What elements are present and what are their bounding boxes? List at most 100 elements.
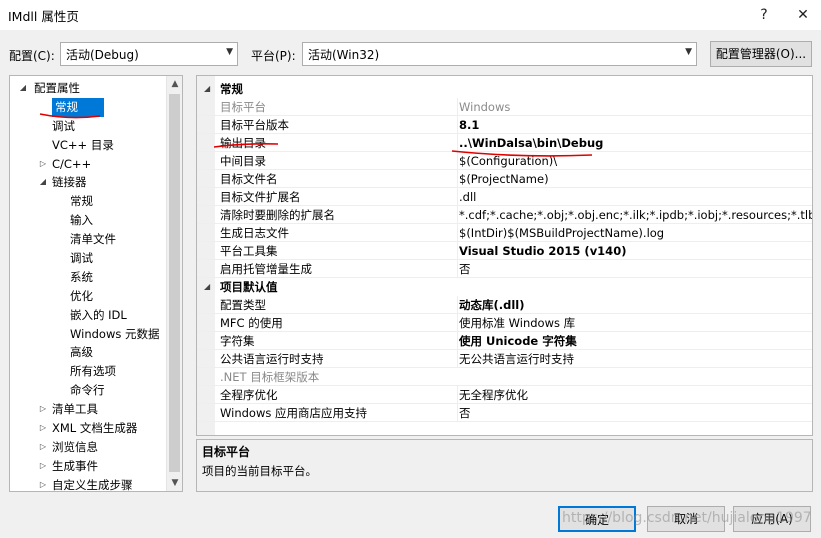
tree-item[interactable]: 清单文件 [10,230,168,249]
tree-item-label: VC++ 目录 [52,137,114,152]
tree-item[interactable]: 优化 [10,287,168,306]
property-name: 目标文件名 [220,172,278,186]
collapsed-chevron-icon[interactable]: ▷ [38,457,48,476]
property-name: 输出目录 [220,136,266,150]
property-value[interactable]: 无全程序优化 [457,386,812,404]
grid-row[interactable]: 目标文件名 $(ProjectName) [197,170,812,188]
property-name: MFC 的使用 [220,316,283,330]
tree-item[interactable]: ◢ 配置属性 [10,79,168,98]
property-value[interactable]: Visual Studio 2015 (v140) [457,242,812,260]
tree-item[interactable]: 调试 [10,249,168,268]
tree-item[interactable]: 输入 [10,211,168,230]
grid-row[interactable]: 目标文件扩展名 .dll [197,188,812,206]
tree-item[interactable]: 高级 [10,343,168,362]
grid-row[interactable]: 清除时要删除的扩展名 *.cdf;*.cache;*.obj;*.obj.enc;… [197,206,812,224]
collapsed-chevron-icon[interactable]: ▷ [38,476,48,491]
grid-row[interactable]: Windows 应用商店应用支持 否 [197,404,812,422]
property-value[interactable]: 否 [457,404,812,422]
tree-item[interactable]: ▷ 生成事件 [10,457,168,476]
expanded-chevron-icon[interactable]: ◢ [204,80,210,98]
tree-item[interactable]: ▷ C/C++ [10,155,168,174]
property-value[interactable]: $(Configuration)\ [457,152,812,170]
grid-row[interactable]: 字符集 使用 Unicode 字符集 [197,332,812,350]
grid-row[interactable]: 输出目录 ..\WinDalsa\bin\Debug [197,134,812,152]
property-value[interactable]: 否 [457,260,812,278]
config-label: 配置(C): [9,49,55,63]
property-name: 目标平台 [220,100,266,114]
tree-item[interactable]: ▷ 浏览信息 [10,438,168,457]
tree-item-label: Windows 元数据 [70,326,160,341]
tree-item-label: 生成事件 [52,458,98,473]
scroll-down-icon[interactable]: ▼ [167,475,182,491]
chevron-down-icon: ▼ [226,47,233,57]
grid-row[interactable]: .NET 目标框架版本 [197,368,812,386]
tree-item-label: 浏览信息 [52,439,98,454]
tree-item[interactable]: VC++ 目录 [10,136,168,155]
tree-item-label: 优化 [70,288,93,303]
tree-item[interactable]: ◢ 链接器 [10,173,168,192]
tree-item[interactable]: Windows 元数据 [10,325,168,344]
tree-item-label: 高级 [70,345,93,360]
grid-row[interactable]: 启用托管增量生成 否 [197,260,812,278]
expanded-chevron-icon[interactable]: ◢ [204,278,210,296]
collapsed-chevron-icon[interactable]: ▷ [38,400,48,419]
property-value[interactable]: 无公共语言运行时支持 [457,350,812,368]
grid-row[interactable]: 配置类型 动态库(.dll) [197,296,812,314]
collapsed-chevron-icon[interactable]: ▷ [38,155,48,174]
tree-item[interactable]: 常规 [10,97,168,117]
config-select[interactable]: 活动(Debug) ▼ [60,42,238,66]
tree-item-label: 调试 [70,251,93,266]
property-value[interactable]: 8.1 [457,116,812,134]
description-title: 目标平台 [202,445,251,459]
property-name: 公共语言运行时支持 [220,352,324,366]
grid-row[interactable]: 全程序优化 无全程序优化 [197,386,812,404]
grid-row[interactable]: MFC 的使用 使用标准 Windows 库 [197,314,812,332]
tree-item-label: 配置属性 [34,81,80,95]
tree-item-label: 系统 [70,269,93,284]
tree-item[interactable]: 常规 [10,192,168,211]
grid-category[interactable]: ◢ 常规 [197,80,812,98]
config-manager-button[interactable]: 配置管理器(O)... [710,41,812,67]
property-value[interactable]: .dll [457,188,812,206]
tree-item[interactable]: 系统 [10,268,168,287]
grid-row[interactable]: 中间目录 $(Configuration)\ [197,152,812,170]
property-value[interactable]: $(ProjectName) [457,170,812,188]
help-button[interactable]: ? [753,4,775,26]
scroll-thumb[interactable] [169,94,180,472]
grid-row[interactable]: 公共语言运行时支持 无公共语言运行时支持 [197,350,812,368]
property-value[interactable]: Windows [457,98,812,116]
property-name: .NET 目标框架版本 [220,370,320,384]
property-value[interactable]: 动态库(.dll) [457,296,812,314]
category-label: 常规 [220,82,243,96]
tree-item[interactable]: 调试 [10,117,168,136]
property-value[interactable]: ..\WinDalsa\bin\Debug [457,134,812,152]
platform-select[interactable]: 活动(Win32) ▼ [302,42,697,66]
property-value[interactable]: $(IntDir)$(MSBuildProjectName).log [457,224,812,242]
grid-row[interactable]: 目标平台版本 8.1 [197,116,812,134]
collapsed-chevron-icon[interactable]: ▷ [38,438,48,457]
property-name: 全程序优化 [220,388,278,402]
grid-row[interactable]: 目标平台 Windows [197,98,812,116]
property-value[interactable]: 使用 Unicode 字符集 [457,332,812,350]
tree-item[interactable]: 命令行 [10,381,168,400]
tree-item[interactable]: ▷ 清单工具 [10,400,168,419]
tree-scrollbar[interactable]: ▲ ▼ [166,76,182,491]
tree-item[interactable]: 所有选项 [10,362,168,381]
property-name: 启用托管增量生成 [220,262,312,276]
tree-item-label: 输入 [70,213,93,228]
close-button[interactable]: ✕ [792,4,814,26]
grid-row[interactable]: 生成日志文件 $(IntDir)$(MSBuildProjectName).log [197,224,812,242]
expanded-chevron-icon[interactable]: ◢ [38,173,48,192]
tree-item[interactable]: 嵌入的 IDL [10,306,168,325]
property-value[interactable]: 使用标准 Windows 库 [457,314,812,332]
tree-item[interactable]: ▷ XML 文档生成器 [10,419,168,438]
tree-item[interactable]: ▷ 自定义生成步骤 [10,476,168,491]
property-value[interactable]: *.cdf;*.cache;*.obj;*.obj.enc;*.ilk;*.ip… [457,206,812,224]
grid-row[interactable]: 平台工具集 Visual Studio 2015 (v140) [197,242,812,260]
grid-category[interactable]: ◢ 项目默认值 [197,278,812,296]
tree-item-label: 清单工具 [52,402,98,417]
tree-item-label: 常规 [52,97,104,117]
expanded-chevron-icon[interactable]: ◢ [18,79,28,98]
scroll-up-icon[interactable]: ▲ [167,76,182,92]
collapsed-chevron-icon[interactable]: ▷ [38,419,48,438]
